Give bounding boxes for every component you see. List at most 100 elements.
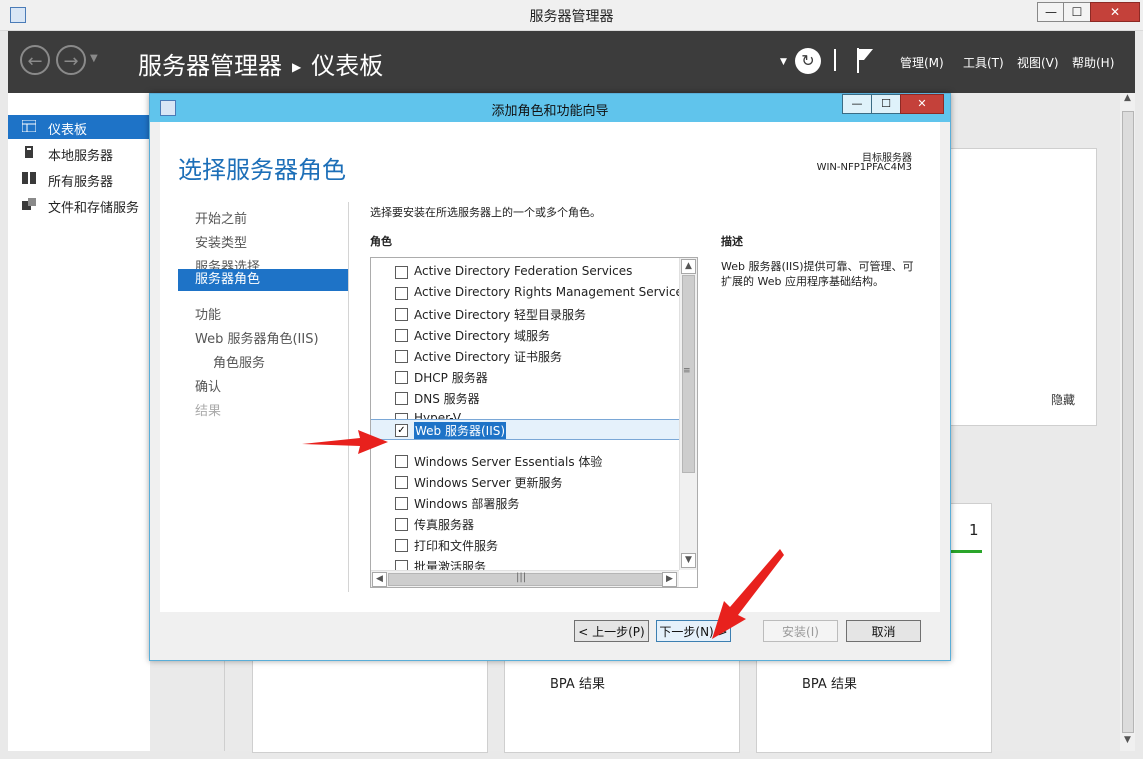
scroll-down-icon[interactable]: ▼ <box>681 553 696 568</box>
refresh-icon[interactable]: ↻ <box>795 48 821 74</box>
page-heading: 选择服务器角色 <box>178 156 346 184</box>
step-web-server-role[interactable]: Web 服务器角色(IIS) <box>195 328 319 347</box>
scroll-right-icon[interactable]: ▶ <box>662 572 677 587</box>
sidebar-item-local-server[interactable]: 本地服务器 <box>8 141 150 165</box>
sidebar-item-dashboard[interactable]: 仪表板 <box>8 115 150 139</box>
add-roles-wizard-dialog: 添加角色和功能向导 — ☐ ✕ 选择服务器角色 目标服务器 WIN-NFP1PF… <box>149 93 951 661</box>
annotation-arrow-icon <box>712 549 784 639</box>
menu-help[interactable]: 帮助(H) <box>1072 54 1114 71</box>
role-item[interactable]: DNS 服务器 <box>371 388 679 408</box>
scroll-thumb[interactable] <box>1122 111 1134 733</box>
close-button[interactable]: ✕ <box>1090 2 1140 22</box>
role-label: Active Directory 轻型目录服务 <box>414 308 587 322</box>
nav-divider <box>348 202 349 592</box>
header-bar: ← → ▼ 服务器管理器 ▶ 仪表板 ▼ ↻ 管理(M) 工具(T) 视图(V) 帮… <box>8 31 1135 93</box>
role-item[interactable]: 传真服务器 <box>371 514 679 534</box>
dialog-titlebar: 添加角色和功能向导 — ☐ ✕ <box>150 94 950 122</box>
role-checkbox[interactable] <box>395 350 408 363</box>
sidebar-item-label: 文件和存储服务 <box>48 201 140 216</box>
role-item[interactable]: Active Directory 轻型目录服务 <box>371 304 679 324</box>
menu-manage[interactable]: 管理(M) <box>900 54 944 71</box>
role-checkbox-checked[interactable]: ✓ <box>395 424 408 437</box>
status-bar <box>946 550 982 553</box>
role-checkbox[interactable] <box>395 497 408 510</box>
step-installation-type[interactable]: 安装类型 <box>195 232 247 251</box>
dialog-minimize-button[interactable]: — <box>842 94 872 114</box>
hide-link[interactable]: 隐藏 <box>1051 391 1075 408</box>
role-item-web-server-selected[interactable]: ✓ Web 服务器(IIS) <box>371 419 679 440</box>
step-role-services[interactable]: 角色服务 <box>213 352 265 371</box>
role-label: DNS 服务器 <box>414 392 480 406</box>
step-server-roles[interactable]: 服务器角色 <box>178 269 348 291</box>
role-item[interactable]: Active Directory Federation Services <box>371 262 679 282</box>
role-item[interactable]: Active Directory 域服务 <box>371 325 679 345</box>
role-label: Active Directory Federation Services <box>414 264 633 278</box>
tile-divider <box>224 659 225 751</box>
menu-tools[interactable]: 工具(T) <box>963 54 1004 71</box>
role-label: Windows Server Essentials 体验 <box>414 455 603 469</box>
cancel-button[interactable]: 取消 <box>846 620 921 642</box>
roles-label: 角色 <box>370 235 392 248</box>
breadcrumb-separator-icon: ▶ <box>292 60 302 74</box>
dialog-close-button[interactable]: ✕ <box>900 94 944 114</box>
role-item[interactable]: Windows 部署服务 <box>371 493 679 513</box>
step-confirmation[interactable]: 确认 <box>195 376 221 395</box>
sidebar-item-label: 所有服务器 <box>48 175 114 190</box>
forward-button[interactable]: → <box>56 45 86 75</box>
role-label: Active Directory Rights Management Servi… <box>414 285 690 299</box>
menu-view[interactable]: 视图(V) <box>1017 54 1059 71</box>
welcome-panel <box>940 148 1097 426</box>
page-scrollbar[interactable]: ▲ ▼ <box>1120 93 1135 751</box>
role-checkbox[interactable] <box>395 287 408 300</box>
back-button[interactable]: ← <box>20 45 50 75</box>
roles-vertical-scrollbar[interactable]: ▲ ≡ ▼ <box>679 258 697 570</box>
minimize-button[interactable]: — <box>1037 2 1065 22</box>
previous-button[interactable]: < 上一步(P) <box>574 620 649 642</box>
toolbar-divider <box>834 49 836 71</box>
breadcrumb-root[interactable]: 服务器管理器 <box>138 46 282 81</box>
role-checkbox[interactable] <box>395 371 408 384</box>
role-label: DHCP 服务器 <box>414 371 488 385</box>
role-checkbox[interactable] <box>395 392 408 405</box>
role-item[interactable]: 打印和文件服务 <box>371 535 679 555</box>
step-before-you-begin[interactable]: 开始之前 <box>195 208 247 227</box>
step-features[interactable]: 功能 <box>195 304 221 323</box>
role-item[interactable]: Active Directory Rights Management Servi… <box>371 283 689 303</box>
history-dropdown-icon[interactable]: ▼ <box>90 53 98 64</box>
scroll-up-icon[interactable]: ▲ <box>1120 93 1135 109</box>
role-item[interactable]: Windows Server Essentials 体验 <box>371 451 679 471</box>
dashboard-icon <box>21 119 37 133</box>
dropdown-icon[interactable]: ▼ <box>780 57 787 67</box>
role-item[interactable]: Windows Server 更新服务 <box>371 472 679 492</box>
servers-icon <box>22 172 36 184</box>
bpa-results-label[interactable]: BPA 结果 <box>550 673 605 692</box>
role-checkbox[interactable] <box>395 329 408 342</box>
sidebar-item-all-servers[interactable]: 所有服务器 <box>8 167 150 191</box>
bpa-results-label[interactable]: BPA 结果 <box>802 673 857 692</box>
role-checkbox[interactable] <box>395 266 408 279</box>
roles-list[interactable]: Active Directory Federation Services Act… <box>370 257 698 588</box>
role-label: Active Directory 域服务 <box>414 329 551 343</box>
role-checkbox[interactable] <box>395 539 408 552</box>
role-item[interactable]: Active Directory 证书服务 <box>371 346 679 366</box>
role-label: 打印和文件服务 <box>414 539 499 553</box>
sidebar-item-label: 本地服务器 <box>48 149 114 164</box>
maximize-button[interactable]: ☐ <box>1063 2 1091 22</box>
role-checkbox[interactable] <box>395 518 408 531</box>
window-titlebar: 服务器管理器 — ☐ ✕ <box>0 0 1143 31</box>
role-checkbox[interactable] <box>395 455 408 468</box>
scroll-left-icon[interactable]: ◀ <box>372 572 387 587</box>
role-item[interactable]: DHCP 服务器 <box>371 367 679 387</box>
role-checkbox[interactable] <box>395 308 408 321</box>
sidebar-item-file-storage[interactable]: 文件和存储服务 <box>8 193 150 217</box>
scroll-up-icon[interactable]: ▲ <box>681 259 696 274</box>
notification-flag-icon[interactable] <box>854 46 876 78</box>
dialog-maximize-button[interactable]: ☐ <box>871 94 901 114</box>
scroll-down-icon[interactable]: ▼ <box>1120 735 1135 751</box>
roles-horizontal-scrollbar[interactable]: ◀ ||| ▶ <box>371 570 679 587</box>
role-label: Windows Server 更新服务 <box>414 476 563 490</box>
dialog-title: 添加角色和功能向导 <box>491 104 609 119</box>
scroll-thumb[interactable] <box>388 573 665 586</box>
breadcrumb: 服务器管理器 ▶ 仪表板 <box>138 46 383 81</box>
role-checkbox[interactable] <box>395 476 408 489</box>
